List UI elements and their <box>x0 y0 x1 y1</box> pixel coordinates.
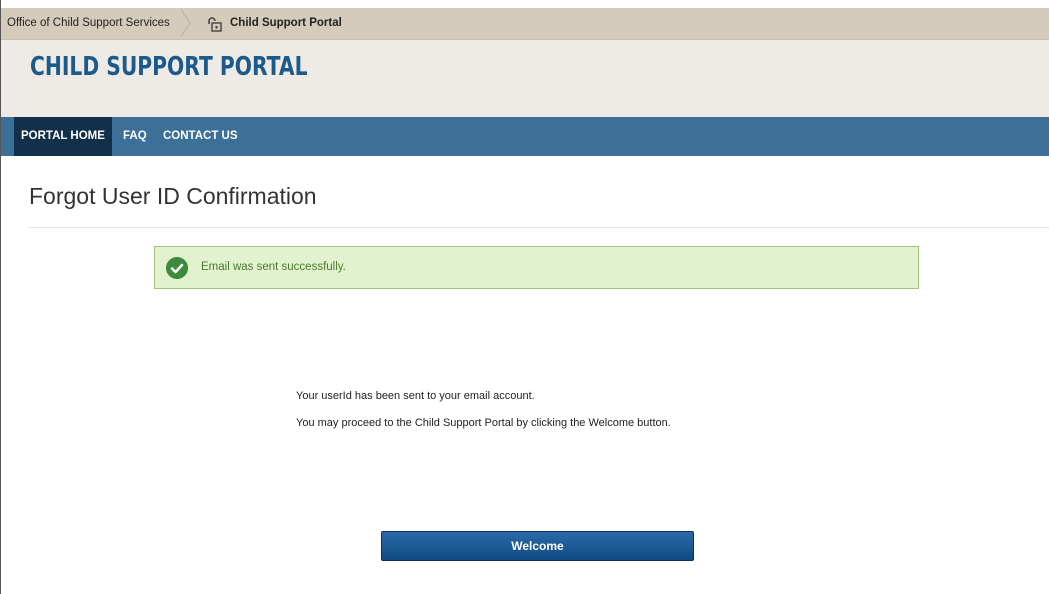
main-nav: PORTAL HOME FAQ CONTACT US <box>1 117 1049 156</box>
breadcrumb-portal-label: Child Support Portal <box>230 17 342 29</box>
breadcrumb-separator-inner <box>179 8 189 38</box>
breadcrumb-portal-link[interactable]: Child Support Portal <box>206 8 342 39</box>
welcome-button[interactable]: Welcome <box>381 531 694 561</box>
title-divider <box>28 227 1049 228</box>
breadcrumb-office-link[interactable]: Office of Child Support Services <box>1 8 176 39</box>
nav-portal-home[interactable]: PORTAL HOME <box>14 117 112 156</box>
nav-faq[interactable]: FAQ <box>123 117 147 156</box>
proceed-message: You may proceed to the Child Support Por… <box>296 417 671 429</box>
lock-icon <box>208 16 222 32</box>
nav-contact-us[interactable]: CONTACT US <box>163 117 238 156</box>
alert-message: Email was sent successfully. <box>201 261 346 273</box>
breadcrumb: Office of Child Support Services Child S… <box>1 8 1049 40</box>
page-title: Forgot User ID Confirmation <box>29 183 317 209</box>
success-alert: Email was sent successfully. <box>154 246 919 289</box>
userid-sent-message: Your userId has been sent to your email … <box>296 390 535 402</box>
check-circle-icon <box>166 257 188 279</box>
site-header: CHILD SUPPORT PORTAL <box>1 40 1049 117</box>
site-title[interactable]: CHILD SUPPORT PORTAL <box>30 52 308 82</box>
